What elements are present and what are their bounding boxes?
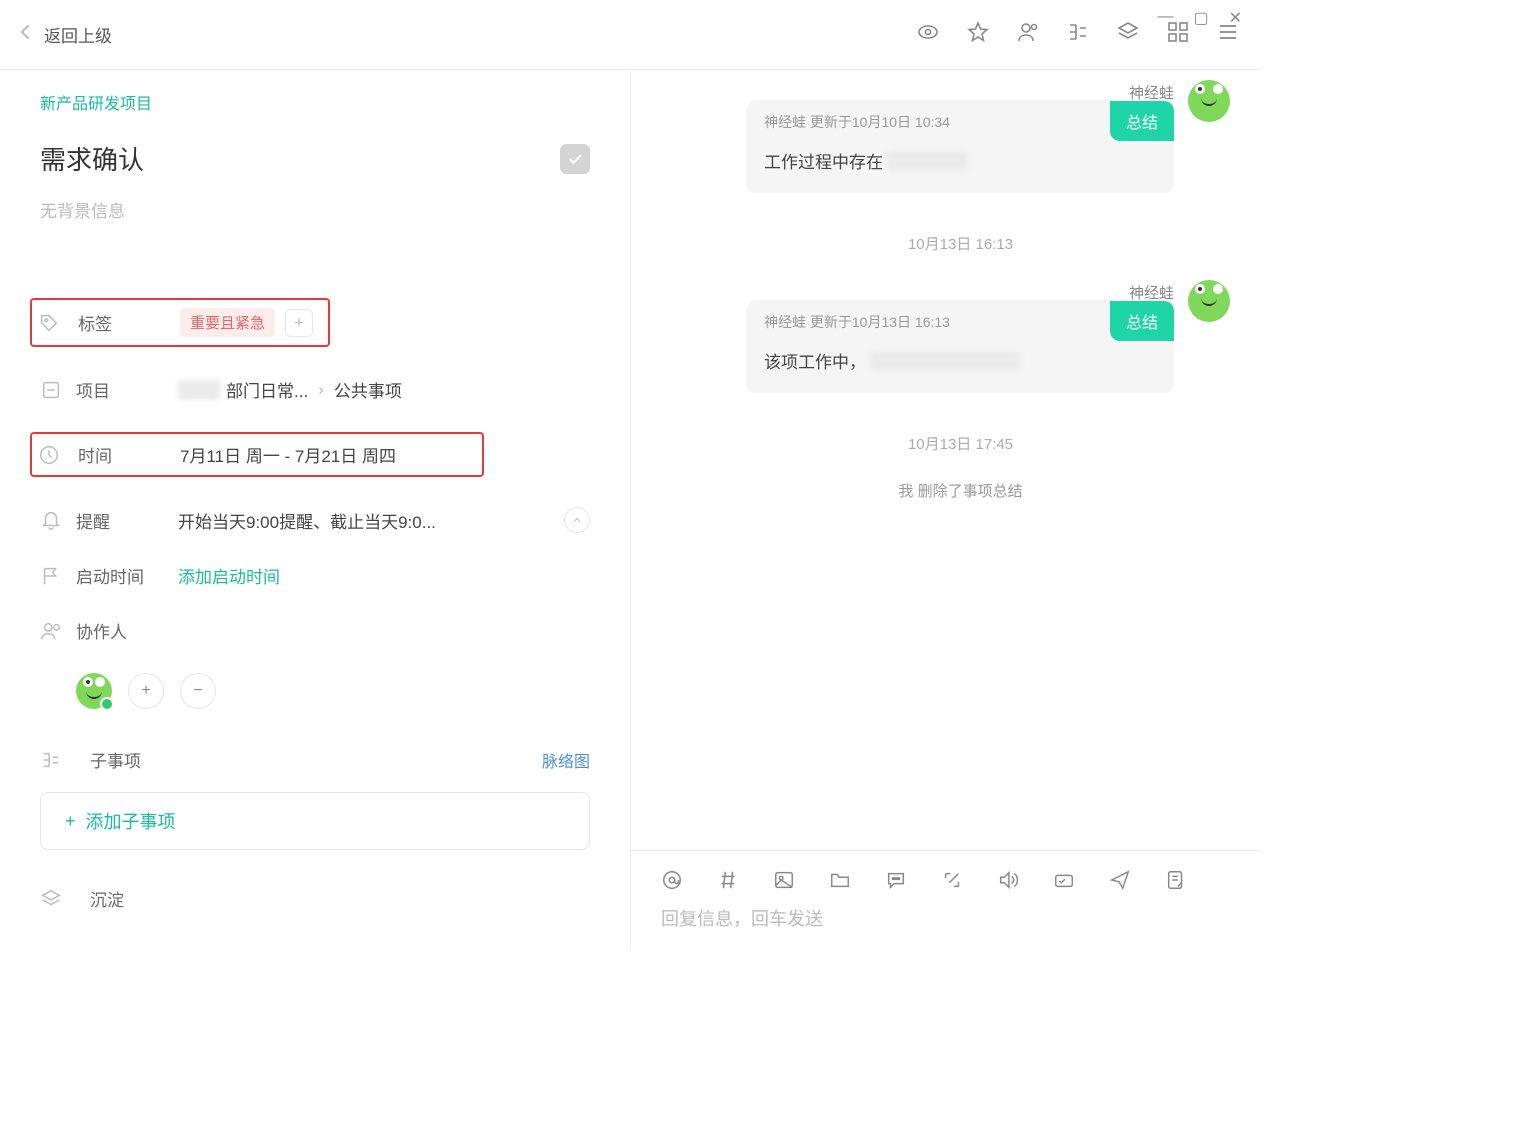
background-placeholder[interactable]: 无背景信息 (40, 197, 590, 222)
reply-input[interactable] (661, 909, 1230, 930)
subitems-label: 子事项 (90, 747, 141, 772)
flag-icon (40, 565, 62, 587)
sender-avatar[interactable] (1188, 280, 1230, 322)
clock-icon (38, 444, 60, 466)
image-icon[interactable] (773, 869, 795, 891)
tags-label: 标签 (78, 310, 180, 335)
redacted-text: xxxx (887, 151, 967, 171)
summary-tag: 总结 (1110, 101, 1174, 141)
hash-icon[interactable] (717, 869, 739, 891)
precipitate-label: 沉淀 (90, 886, 124, 911)
priority-tag[interactable]: 重要且紧急 (180, 308, 275, 337)
folder-icon[interactable] (829, 869, 851, 891)
context-diagram-link[interactable]: 脉络图 (542, 748, 590, 772)
precipitate-icon (40, 888, 62, 910)
chevron-right-icon: › (318, 380, 324, 400)
time-highlight-box: 时间 7月11日 周一 - 7月21日 周四 (30, 432, 484, 477)
task-title[interactable]: 需求确认 (40, 140, 144, 177)
start-time-label: 启动时间 (76, 563, 178, 588)
layers-icon[interactable] (1116, 20, 1140, 49)
chat-icon[interactable] (885, 869, 907, 891)
add-start-time-button[interactable]: 添加启动时间 (178, 563, 590, 588)
tags-highlight-box: 标签 重要且紧急 + (30, 298, 330, 347)
keyboard-icon[interactable] (1053, 869, 1075, 891)
add-tag-button[interactable]: + (285, 309, 313, 337)
send-icon[interactable] (1109, 869, 1131, 891)
message-meta: 神经蛙 更新于10月10日 10:34 (746, 100, 968, 142)
system-message: 我 删除了事项总结 (691, 480, 1230, 501)
online-badge-icon (100, 697, 114, 711)
window-maximize[interactable]: ▢ (1193, 8, 1208, 28)
time-value[interactable]: 7月11日 周一 - 7月21日 周四 (180, 442, 482, 467)
project-label: 项目 (76, 377, 178, 402)
sender-avatar[interactable] (1188, 80, 1230, 122)
add-collaborator-button[interactable]: + (128, 673, 164, 709)
message-body-prefix: 工作过程中存在 (764, 148, 883, 173)
branch-icon[interactable] (1066, 20, 1090, 49)
redacted-text: xxxxxxx (870, 351, 1020, 371)
project-path[interactable]: xx 部门日常... › 公共事项 (178, 377, 590, 402)
project-breadcrumb[interactable]: 新产品研发项目 (40, 90, 590, 114)
message-body-prefix: 该项工作中， (764, 348, 866, 373)
project-icon (40, 379, 62, 401)
back-label: 返回上级 (44, 22, 112, 47)
chevron-left-icon (20, 24, 30, 45)
chat-timestamp: 10月13日 16:13 (691, 233, 1230, 254)
bell-icon (40, 509, 62, 531)
remove-collaborator-button[interactable]: − (180, 673, 216, 709)
tag-icon (38, 312, 60, 334)
eye-icon[interactable] (916, 20, 940, 49)
reminder-label: 提醒 (76, 508, 178, 533)
collaborators-label: 协作人 (76, 618, 178, 643)
audio-icon[interactable] (997, 869, 1019, 891)
window-close[interactable]: ✕ (1229, 8, 1242, 28)
subitems-icon (40, 749, 62, 771)
message-bubble[interactable]: 神经蛙 更新于10月13日 16:13 总结 该项工作中， xxxxxxx (746, 300, 1174, 393)
collaborators-icon (40, 620, 62, 642)
time-label: 时间 (78, 442, 180, 467)
edit-icon[interactable] (1165, 869, 1187, 891)
collapse-button[interactable] (564, 507, 590, 533)
plus-icon: + (65, 811, 76, 832)
reminder-value[interactable]: 开始当天9:00提醒、截止当天9:0... (178, 508, 564, 533)
complete-checkbox[interactable] (560, 144, 590, 174)
add-subitem-button[interactable]: + 添加子事项 (40, 792, 590, 850)
summary-tag: 总结 (1110, 301, 1174, 341)
message-bubble[interactable]: 神经蛙 更新于10月10日 10:34 总结 工作过程中存在 xxxx (746, 100, 1174, 193)
star-icon[interactable] (966, 20, 990, 49)
redacted-text: xx (178, 380, 220, 400)
at-icon[interactable] (661, 869, 683, 891)
back-button[interactable]: 返回上级 (20, 22, 112, 47)
collaborator-avatar[interactable] (76, 673, 112, 709)
link-icon[interactable] (941, 869, 963, 891)
people-icon[interactable] (1016, 20, 1040, 49)
message-meta: 神经蛙 更新于10月13日 16:13 (746, 300, 968, 342)
window-minimize[interactable]: — (1157, 8, 1173, 28)
chat-timestamp: 10月13日 17:45 (691, 433, 1230, 454)
